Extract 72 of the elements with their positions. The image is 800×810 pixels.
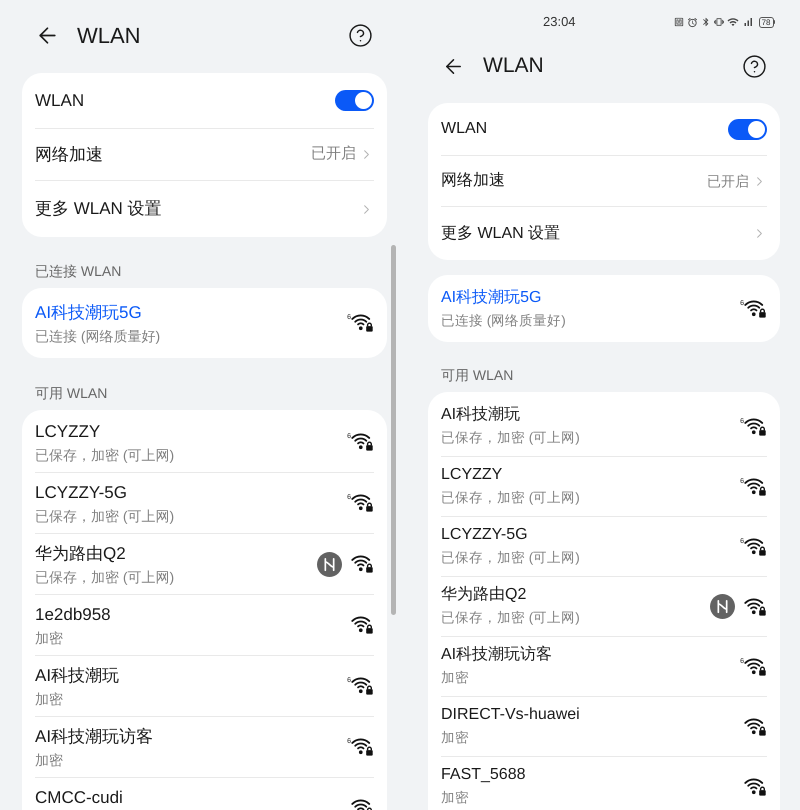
- wifi-lock-icon: [744, 538, 767, 556]
- network-status: 加密: [441, 789, 470, 807]
- wifi-lock-icon: [351, 494, 374, 512]
- wifi-lock-icon: [744, 598, 767, 616]
- alarm-icon: [686, 16, 698, 28]
- network-status: 已保存，加密 (可上网): [35, 568, 176, 587]
- wifi-lock-icon: [351, 738, 374, 756]
- network-name[interactable]: AI科技潮玩: [35, 665, 348, 687]
- help-icon[interactable]: [348, 22, 373, 48]
- page-title: WLAN: [77, 22, 142, 50]
- network-status: 已保存，加密 (可上网): [441, 609, 581, 627]
- network-status: 加密: [441, 729, 470, 747]
- network-status: 已连接 (网络质量好): [441, 312, 567, 330]
- network-status: 已连接 (网络质量好): [35, 327, 162, 346]
- bluetooth-icon: [700, 17, 711, 27]
- wifi-lock-icon: [351, 616, 374, 634]
- wlan-toggle[interactable]: [335, 90, 374, 111]
- wifi-lock-icon: [744, 718, 767, 736]
- battery-indicator: 78: [758, 16, 775, 28]
- network-status: 加密: [441, 669, 470, 687]
- wifi-lock-icon: [351, 555, 374, 573]
- network-name[interactable]: LCYZZY: [441, 464, 740, 486]
- scrollbar-thumb[interactable]: [391, 245, 396, 615]
- network-name[interactable]: AI科技潮玩访客: [441, 644, 740, 666]
- section-heading: 已连接 WLAN: [34, 263, 122, 279]
- signal-icon: [742, 16, 754, 28]
- network-status: 加密: [35, 751, 64, 770]
- network-name[interactable]: 华为路由Q2: [35, 543, 317, 565]
- help-icon[interactable]: [742, 54, 767, 78]
- network-name[interactable]: FAST_5688: [441, 764, 744, 786]
- status-time: 23:04: [543, 13, 576, 32]
- network-status: 已保存，加密 (可上网): [35, 446, 176, 465]
- setting-label[interactable]: 更多 WLAN 设置: [441, 222, 752, 246]
- setting-label: WLAN: [35, 90, 84, 112]
- network-name[interactable]: AI科技潮玩5G: [441, 287, 740, 309]
- network-status: 已保存，加密 (可上网): [441, 429, 581, 447]
- network-name[interactable]: 华为路由Q2: [441, 584, 710, 606]
- network-name[interactable]: LCYZZY-5G: [441, 524, 740, 546]
- setting-label[interactable]: 网络加速: [35, 142, 311, 168]
- network-status: 已保存，加密 (可上网): [35, 507, 176, 526]
- network-name[interactable]: LCYZZY: [35, 421, 348, 443]
- nfc-icon: [674, 17, 684, 27]
- setting-value: 已开启: [707, 172, 749, 190]
- wifi-lock-icon: [744, 300, 767, 318]
- network-status: 已保存，加密 (可上网): [441, 489, 581, 507]
- wifi-lock-icon: [351, 433, 374, 451]
- wifi-lock-icon: [351, 314, 374, 332]
- network-name[interactable]: 1e2db958: [35, 604, 351, 626]
- wifi-lock-icon: [744, 658, 767, 676]
- network-name[interactable]: LCYZZY-5G: [35, 482, 348, 504]
- wifi-lock-icon: [744, 778, 767, 796]
- wlan-toggle[interactable]: [728, 118, 767, 140]
- wifi-lock-icon: [744, 418, 767, 436]
- network-name[interactable]: AI科技潮玩: [441, 404, 740, 426]
- network-status: 已保存，加密 (可上网): [441, 549, 581, 567]
- network-status: 加密: [35, 690, 64, 709]
- wifi-lock-icon: [351, 677, 374, 695]
- section-heading: 可用 WLAN: [34, 385, 108, 401]
- network-name[interactable]: AI科技潮玩5G: [35, 302, 348, 324]
- wifi-icon: [726, 16, 739, 28]
- setting-label[interactable]: 更多 WLAN 设置: [35, 196, 359, 222]
- setting-label: WLAN: [441, 119, 488, 139]
- network-name[interactable]: CMCC-cudi: [35, 787, 351, 809]
- vibrate-icon: [714, 17, 724, 27]
- section-heading: 可用 WLAN: [440, 367, 514, 383]
- network-name[interactable]: AI科技潮玩访客: [35, 726, 348, 748]
- network-name[interactable]: DIRECT-Vs-huawei: [441, 704, 744, 726]
- setting-label[interactable]: 网络加速: [441, 169, 707, 193]
- page-title: WLAN: [483, 53, 545, 80]
- network-status: 加密: [35, 629, 64, 648]
- wifi-lock-icon: [744, 478, 767, 496]
- setting-value: 已开启: [311, 144, 356, 164]
